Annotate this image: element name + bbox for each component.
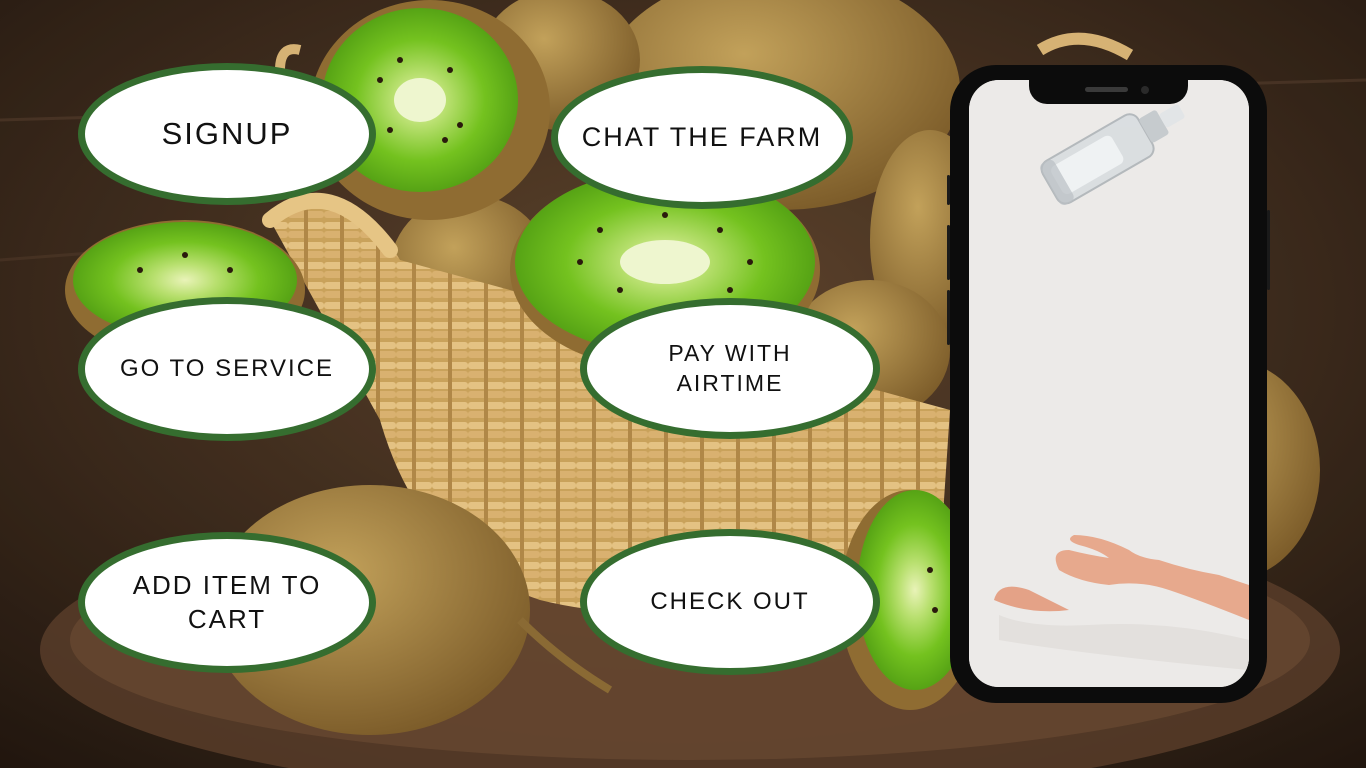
pay-with-airtime-label: PAY WITH AIRTIME [668,339,791,399]
phone-power-button [1267,210,1270,290]
pay-with-airtime-line2: AIRTIME [676,369,784,396]
phone-screen [969,80,1249,687]
add-item-to-cart-line2: CART [187,603,267,634]
phone-volume-up-button [947,225,950,280]
add-item-to-cart-label: ADD ITEM TO CART [133,569,322,637]
add-item-to-cart-line1: ADD ITEM TO [132,569,322,600]
signup-button[interactable]: SIGNUP [78,63,376,205]
go-to-service-button[interactable]: GO TO SERVICE [78,297,376,441]
check-out-button[interactable]: CHECK OUT [580,529,880,675]
chat-the-farm-button[interactable]: CHAT THE FARM [551,66,853,209]
pay-with-airtime-button[interactable]: PAY WITH AIRTIME [580,298,880,439]
phone-screen-illustration [969,80,1249,687]
phone-side-button [947,175,950,205]
check-out-label: CHECK OUT [650,588,810,616]
chat-the-farm-label: CHAT THE FARM [581,121,823,152]
go-to-service-label: GO TO SERVICE [119,355,335,383]
add-item-to-cart-button[interactable]: ADD ITEM TO CART [78,532,376,673]
phone-volume-down-button [947,290,950,345]
signup-label: SIGNUP [161,115,293,151]
phone-camera [1141,86,1149,94]
pay-with-airtime-line1: PAY WITH [668,339,792,366]
phone-speaker [1085,87,1128,92]
